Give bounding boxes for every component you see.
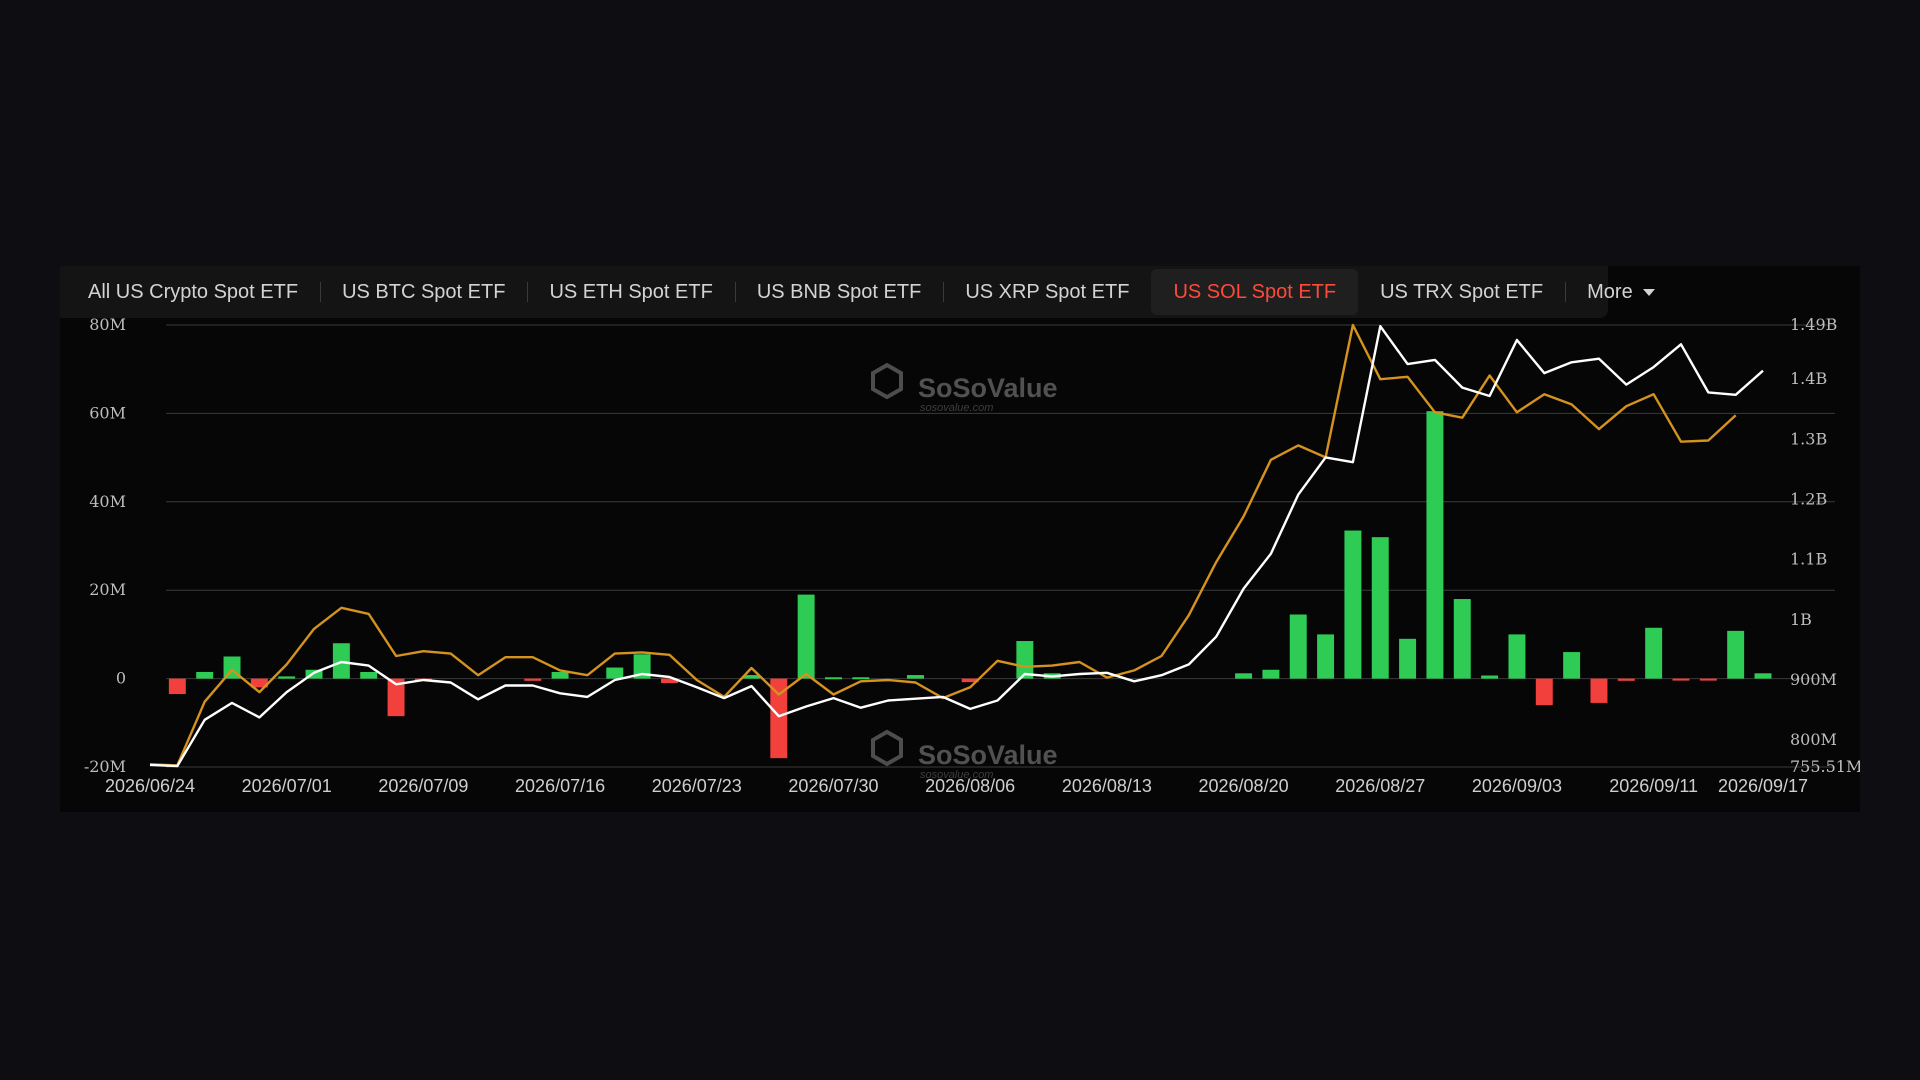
x-axis-tick-label: 2026/07/23 [652, 776, 742, 796]
right-axis-tick-label: 1.2B [1790, 490, 1827, 509]
x-axis-tick-label: 2026/09/17 [1718, 776, 1808, 796]
more-dropdown[interactable]: More [1565, 269, 1677, 315]
x-axis-tick-label: 2026/07/30 [788, 776, 878, 796]
flow-bar [1481, 675, 1499, 679]
tab-all-us-crypto-spot-etf[interactable]: All US Crypto Spot ETF [66, 269, 320, 315]
flow-bar [1563, 652, 1581, 679]
tab-us-bnb-spot-etf[interactable]: US BNB Spot ETF [734, 269, 944, 315]
left-axis-tick-label: 60M [89, 403, 126, 422]
etf-flow-chart: 80M60M40M20M0-20M1.49B1.4B1.3B1.2B1.1B1B… [84, 315, 1860, 796]
sosovalue-logo-icon [871, 729, 903, 767]
x-axis-tick-label: 2026/08/06 [925, 776, 1015, 796]
x-axis-tick-label: 2026/07/01 [242, 776, 332, 796]
tab-us-trx-spot-etf[interactable]: US TRX Spot ETF [1358, 269, 1565, 315]
flow-bar [1289, 614, 1307, 679]
flow-bar [278, 676, 296, 679]
flow-bar [907, 675, 924, 679]
x-axis-tick-label: 2026/09/11 [1609, 776, 1698, 796]
left-axis-tick-label: -20M [84, 757, 126, 776]
flow-bar [1727, 630, 1745, 679]
flow-bar [551, 671, 569, 679]
flow-bar [1617, 678, 1635, 681]
etf-chart-panel: 80M 60M 40M 20M 0 -20M 1.49B 1.4B 1.3B 1.2B 1.1B 1B… [60, 266, 1860, 812]
sosovalue-watermark: SoSoValuesosovalue.com [871, 362, 1058, 414]
flow-bars [168, 411, 1772, 759]
caret-down-icon [1642, 289, 1655, 297]
x-axis-tick-label: 2026/08/27 [1335, 776, 1425, 796]
flow-bar [824, 677, 842, 680]
flow-bar [1699, 678, 1717, 681]
flow-bar [196, 671, 214, 679]
watermark-brand: SoSoValue [918, 740, 1058, 770]
flow-bar [852, 677, 870, 680]
right-axis-tick-label: 1.3B [1790, 429, 1827, 448]
left-axis-tick-label: 0 [116, 669, 126, 688]
right-axis-tick-label: 1.1B [1790, 550, 1827, 569]
flow-bar [360, 671, 378, 679]
etf-tab-bar: All US Crypto Spot ETF US BTC Spot ETF U… [60, 266, 1655, 318]
flow-bar [1754, 673, 1772, 679]
x-axis-tick-label: 2026/09/03 [1472, 776, 1562, 796]
x-axis-tick-label: 2026/08/20 [1199, 776, 1289, 796]
flow-bar [1645, 627, 1663, 679]
watermark-brand: SoSoValue [918, 373, 1058, 403]
flow-bar [1317, 634, 1335, 679]
x-axis-tick-label: 2026/08/13 [1062, 776, 1152, 796]
tab-us-sol-spot-etf[interactable]: US SOL Spot ETF [1151, 269, 1359, 315]
tab-us-xrp-spot-etf[interactable]: US XRP Spot ETF [943, 269, 1151, 315]
right-axis-tick-label: 755.51M [1790, 757, 1860, 776]
right-axis-tick-label: 1.49B [1790, 315, 1837, 334]
flow-bar [1344, 530, 1362, 679]
flow-bar [1262, 669, 1280, 679]
right-axis-tick-label: 1B [1790, 610, 1812, 629]
tab-us-btc-spot-etf[interactable]: US BTC Spot ETF [320, 269, 527, 315]
flow-bar [1371, 537, 1389, 679]
x-axis-tick-label: 2026/07/09 [378, 776, 468, 796]
left-axis-tick-label: 20M [89, 580, 126, 599]
x-axis-tick-label: 2026/06/24 [105, 776, 195, 796]
tab-us-eth-spot-etf[interactable]: US ETH Spot ETF [527, 269, 734, 315]
flow-bar [1590, 678, 1608, 703]
right-axis-tick-label: 900M [1790, 670, 1837, 689]
flow-bar [1453, 599, 1471, 679]
flow-bar [606, 667, 624, 679]
flow-bar [1508, 634, 1526, 679]
more-label: More [1587, 281, 1633, 303]
right-axis-tick-label: 1.4B [1790, 369, 1827, 388]
left-axis-tick-label: 40M [89, 492, 126, 511]
flow-bar [797, 594, 815, 679]
flow-bar [524, 678, 542, 681]
flow-bar [1535, 678, 1553, 706]
flow-bar [168, 678, 186, 695]
sosovalue-watermark: SoSoValuesosovalue.com [871, 729, 1058, 781]
flow-bar [1426, 411, 1444, 679]
watermark-site: sosovalue.com [920, 402, 993, 414]
x-axis-tick-label: 2026/07/16 [515, 776, 605, 796]
flow-bar [1399, 638, 1417, 679]
sosovalue-logo-icon [871, 362, 903, 400]
right-axis-tick-label: 800M [1790, 730, 1837, 749]
flow-bar [1235, 673, 1253, 679]
flow-bar [1672, 678, 1690, 681]
